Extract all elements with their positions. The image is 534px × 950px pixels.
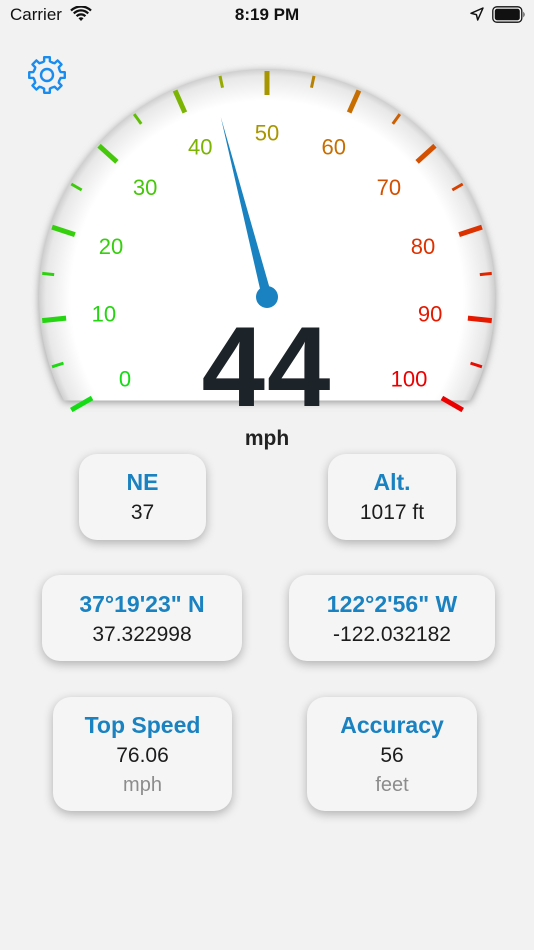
accuracy-unit: feet bbox=[375, 774, 409, 796]
gear-icon[interactable] bbox=[26, 54, 68, 96]
latitude-dms: 37°19'23" N bbox=[79, 591, 205, 617]
current-speed-readout: 44 bbox=[201, 304, 333, 431]
top-speed-unit: mph bbox=[123, 774, 162, 796]
scale-label: 40 bbox=[188, 135, 212, 160]
scale-label: 80 bbox=[411, 234, 435, 259]
accuracy-title: Accuracy bbox=[340, 712, 444, 738]
latitude-card[interactable]: 37°19'23" N 37.322998 bbox=[42, 575, 242, 661]
minor-tick bbox=[479, 271, 492, 277]
heading-card[interactable]: NE 37 bbox=[79, 454, 206, 540]
app-screen: Carrier 8:19 PM 0 10 20 30 40 50 60 70 8… bbox=[0, 0, 534, 950]
altitude-title: Alt. bbox=[373, 469, 411, 495]
minor-tick bbox=[42, 271, 55, 277]
gear-hole bbox=[39, 67, 55, 83]
altitude-card[interactable]: Alt. 1017 ft bbox=[328, 454, 456, 540]
accuracy-card[interactable]: Accuracy 56 feet bbox=[307, 697, 477, 811]
scale-label: 30 bbox=[133, 175, 157, 200]
scale-label: 50 bbox=[255, 121, 279, 146]
top-speed-title: Top Speed bbox=[84, 712, 201, 738]
top-speed-card[interactable]: Top Speed 76.06 mph bbox=[53, 697, 232, 811]
scale-label: 20 bbox=[99, 234, 123, 259]
heading-degrees: 37 bbox=[130, 501, 155, 524]
longitude-card[interactable]: 122°2'56" W -122.032182 bbox=[289, 575, 495, 661]
speed-unit-label: mph bbox=[244, 427, 290, 450]
top-speed-value: 76.06 bbox=[116, 744, 169, 767]
scale-label: 70 bbox=[377, 175, 401, 200]
scale-label: 60 bbox=[321, 135, 345, 160]
heading-direction: NE bbox=[126, 469, 159, 495]
accuracy-value: 56 bbox=[380, 744, 404, 767]
longitude-dms: 122°2'56" W bbox=[326, 591, 458, 617]
altitude-value: 1017 ft bbox=[359, 501, 425, 524]
longitude-decimal: -122.032182 bbox=[333, 623, 451, 646]
latitude-decimal: 37.322998 bbox=[92, 623, 192, 646]
gear-outline bbox=[28, 56, 66, 94]
